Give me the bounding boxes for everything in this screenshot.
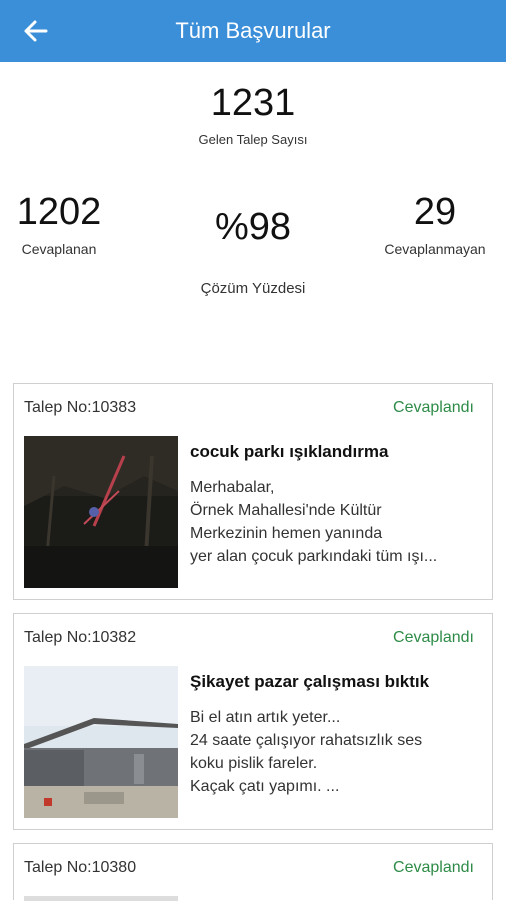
request-thumbnail [24,666,178,818]
request-status: Cevaplandı [393,399,474,416]
stat-answered: 1202 Cevaplanan [4,193,114,257]
app-bar: Tüm Başvurular [0,0,506,62]
request-card[interactable]: Talep No:10380 Cevaplandı [13,843,493,901]
stat-unanswered-value: 29 [413,191,457,233]
request-card[interactable]: Talep No:10382 Cevaplandı Şikayet pazar … [13,613,493,830]
request-card[interactable]: Talep No:10383 Cevaplandı cocuk parkı ış… [13,383,493,600]
stat-answered-label: Cevaplanan [21,241,97,257]
stat-percent-value: %98 [214,206,292,248]
description-line: yer alan çocuk parkındaki tüm ışı... [190,548,438,565]
description-line: Kaçak çatı yapımı. ... [190,778,340,795]
stat-unanswered: 29 Cevaplanmayan [373,193,497,257]
request-description: Merhabalar, Örnek Mahallesi'nde Kültür M… [190,476,490,568]
stat-percent: %98 Çözüm Yüzdesi [153,208,353,297]
stat-total-value: 1231 [210,82,296,124]
description-line: 24 saate çalışıyor rahatsızlık ses [190,732,423,749]
description-line: koku pislik fareler. [190,755,318,772]
request-number: Talep No:10382 [24,629,137,646]
request-description: Bi el atın artık yeter... 24 saate çalış… [190,706,490,798]
stat-percent-label: Çözüm Yüzdesi [200,280,306,297]
request-thumbnail [24,436,178,588]
stat-unanswered-label: Cevaplanmayan [384,241,486,257]
description-line: Merhabalar, [190,479,275,496]
request-thumbnail [24,896,178,901]
description-line: Örnek Mahallesi'nde Kültür [190,502,382,519]
page-title: Tüm Başvurular [175,18,331,43]
request-title: cocuk parkı ışıklandırma [190,442,389,461]
request-status: Cevaplandı [393,629,474,646]
request-title: Şikayet pazar çalışması bıktık [190,672,430,691]
description-line: Bi el atın artık yeter... [190,709,341,726]
description-line: Merkezinin hemen yanında [190,525,383,542]
stat-total: 1231 Gelen Talep Sayısı [153,84,353,147]
stat-answered-value: 1202 [16,191,102,233]
stat-total-label: Gelen Talep Sayısı [198,132,308,147]
request-number: Talep No:10380 [24,859,137,876]
request-number: Talep No:10383 [24,399,137,416]
request-status: Cevaplandı [393,859,474,876]
